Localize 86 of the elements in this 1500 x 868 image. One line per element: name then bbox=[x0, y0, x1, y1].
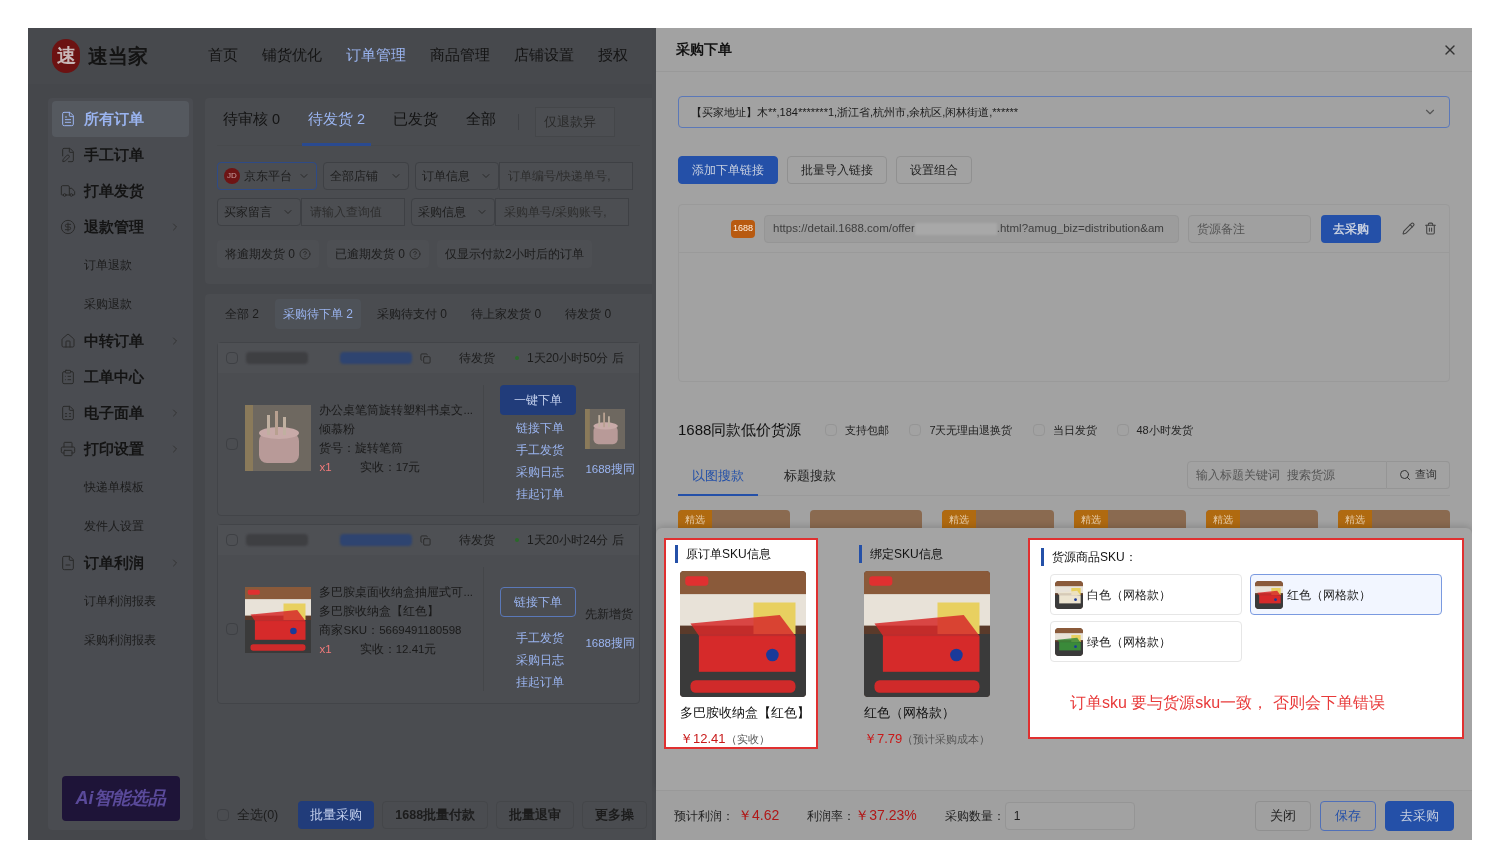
search-link[interactable]: 1688搜同 bbox=[585, 635, 635, 653]
ai-banner[interactable]: Ai智能选品 bbox=[61, 776, 180, 821]
status-tab[interactable]: 已发货 bbox=[387, 97, 445, 146]
nav-link[interactable]: 订单管理 bbox=[346, 45, 406, 67]
price-note: （实收） bbox=[725, 731, 770, 747]
action-button[interactable]: 设置组合 bbox=[896, 156, 972, 184]
order-link[interactable]: 挂起订单 bbox=[500, 674, 565, 691]
nav-link[interactable]: 首页 bbox=[208, 45, 238, 67]
sidebar-item[interactable]: 中转订单 bbox=[52, 323, 189, 359]
drawer-title: 采购下单 bbox=[676, 40, 733, 59]
sidebar-item[interactable]: 打印设置 bbox=[52, 431, 189, 467]
sidebar-item[interactable]: 退款管理 bbox=[52, 209, 189, 245]
sku-name: 红色（网格款） bbox=[864, 704, 956, 722]
address-select[interactable]: 【买家地址】木**,184*******1,浙江省,杭州市,余杭区,闲林街道,****** bbox=[678, 96, 1450, 128]
brand-name: 速当家 bbox=[88, 44, 148, 69]
search-button[interactable]: 查询 bbox=[1387, 460, 1450, 489]
featured-tag: 精选 bbox=[678, 510, 712, 528]
sidebar-item[interactable]: 订单利润 bbox=[52, 545, 189, 581]
action-button[interactable]: 去采购 bbox=[1385, 800, 1454, 831]
quantity: x1 bbox=[319, 460, 332, 475]
order-link[interactable]: 手工发货 bbox=[500, 630, 565, 647]
card-title: 原订单SKU信息 bbox=[675, 545, 800, 563]
featured-tag: 精选 bbox=[1206, 510, 1240, 528]
sku-option[interactable]: 红色（网格款） bbox=[1250, 574, 1442, 615]
featured-tag: 精选 bbox=[942, 510, 976, 528]
order-button[interactable]: 链接下单 bbox=[500, 587, 577, 617]
result-card[interactable]: 精选 bbox=[942, 510, 1054, 528]
rate-value: ￥37.23% bbox=[855, 806, 917, 825]
nav-link[interactable]: 铺货优化 bbox=[262, 45, 322, 67]
purchase-tab[interactable]: 采购待下单 2 bbox=[275, 299, 362, 329]
featured-tag: 精选 bbox=[1338, 510, 1372, 528]
rate-label: 利润率： bbox=[807, 807, 856, 825]
sku-name: 多巴胺收纳盒【红色】 bbox=[680, 704, 800, 722]
order-link[interactable]: 手工发货 bbox=[500, 442, 565, 459]
warning-text: 订单sku 要与货源sku一致， 否则会下单错误 bbox=[1070, 693, 1386, 713]
platform-logo: JD bbox=[224, 168, 240, 184]
result-card[interactable]: 精选 bbox=[1206, 510, 1318, 528]
search-tab[interactable]: 标题搜款 bbox=[770, 457, 850, 496]
price-note: （预计采购成本） bbox=[902, 731, 991, 747]
action-button[interactable]: 保存 bbox=[1320, 800, 1376, 831]
checkbox-label: 7天无理由退换货 bbox=[929, 422, 1013, 438]
sku-option[interactable]: 白色（网格款） bbox=[1050, 574, 1242, 615]
quantity: x1 bbox=[319, 642, 332, 657]
checkbox-label: 支持包邮 bbox=[845, 422, 890, 438]
checkbox-label: 48小时发货 bbox=[1136, 422, 1193, 438]
sidebar-item[interactable]: 打单发货 bbox=[52, 173, 189, 209]
logo: 速 bbox=[52, 39, 80, 73]
profit-label: 预计利润： bbox=[674, 807, 734, 825]
order-button[interactable]: 一键下单 bbox=[500, 385, 577, 415]
result-card[interactable]: 精选 bbox=[678, 510, 790, 528]
order-link[interactable]: 链接下单 bbox=[500, 420, 565, 437]
featured-tag: 精选 bbox=[1074, 510, 1108, 528]
status-tab[interactable]: 待发货 2 bbox=[302, 97, 372, 146]
search-link[interactable]: 1688搜同 bbox=[585, 461, 635, 479]
result-card[interactable]: 精选 bbox=[1074, 510, 1186, 528]
section-title: 1688同款低价货源 bbox=[678, 419, 802, 440]
search-tab[interactable]: 以图搜款 bbox=[678, 457, 758, 496]
remark-field[interactable]: 货源备注 bbox=[1188, 214, 1311, 243]
status-tab[interactable]: 全部 bbox=[460, 97, 503, 146]
checkbox-label: 当日发货 bbox=[1052, 422, 1097, 438]
nav-link[interactable]: 授权 bbox=[598, 45, 628, 67]
profit-value: ￥4.62 bbox=[738, 806, 780, 825]
url-field[interactable]: https://detail.1688.com/offer .html?amug_biz=distribution&am bbox=[764, 214, 1179, 243]
sku-price: ￥12.41 bbox=[680, 729, 726, 748]
quantity-label: 采购数量： bbox=[944, 807, 1005, 825]
sku-price: ￥7.79 bbox=[864, 729, 903, 748]
sku-option[interactable]: 绿色（网格款） bbox=[1050, 621, 1242, 662]
action-button[interactable]: 添加下单链接 bbox=[678, 156, 778, 184]
sidebar-item[interactable]: 手工订单 bbox=[52, 137, 189, 173]
sidebar-item[interactable]: 所有订单 bbox=[52, 101, 189, 137]
quantity-field[interactable]: 1 bbox=[1004, 801, 1135, 830]
order-link[interactable]: 挂起订单 bbox=[500, 486, 565, 503]
source-badge: 1688 bbox=[731, 219, 756, 238]
order-link[interactable]: 采购日志 bbox=[500, 464, 565, 481]
card-title: 绑定SKU信息 bbox=[859, 545, 984, 563]
sidebar-item[interactable]: 电子面单 bbox=[52, 395, 189, 431]
order-link[interactable]: 采购日志 bbox=[500, 652, 565, 669]
sidebar-item[interactable]: 工单中心 bbox=[52, 359, 189, 395]
result-card[interactable]: 精选 bbox=[1338, 510, 1450, 528]
action-button[interactable]: 批量导入链接 bbox=[787, 156, 887, 184]
batch-button[interactable]: 批量采购 bbox=[298, 801, 375, 829]
status-tab[interactable]: 待审核 0 bbox=[217, 97, 287, 146]
card-title: 货源商品SKU： bbox=[1041, 548, 1442, 566]
action-button[interactable]: 关闭 bbox=[1255, 800, 1311, 831]
purchase-button[interactable]: 去采购 bbox=[1321, 214, 1381, 243]
keyword-field[interactable]: 输入标题关键词 搜索货源 bbox=[1187, 460, 1387, 489]
